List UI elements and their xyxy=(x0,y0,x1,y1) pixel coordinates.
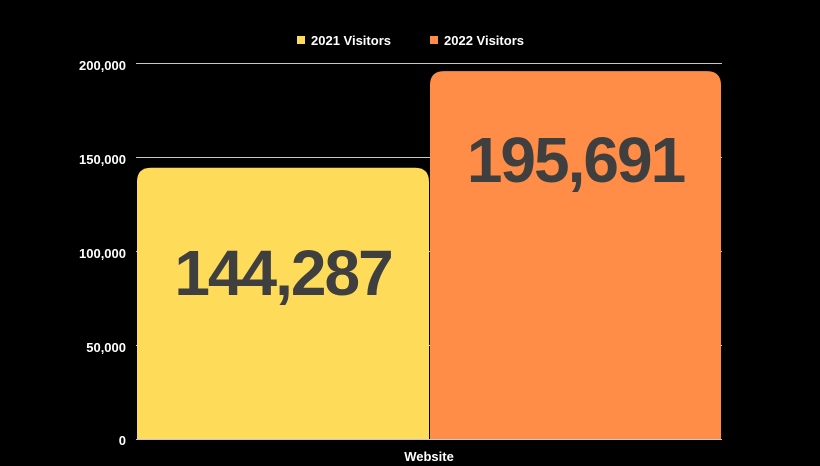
bar-chart: 2021 Visitors 2022 Visitors 0 50,000 100… xyxy=(0,0,820,466)
data-label-2021-visitors: 144,287 xyxy=(174,237,391,309)
y-tick-label-0: 0 xyxy=(119,433,126,448)
y-tick-label-50000: 50,000 xyxy=(86,340,126,355)
legend-label-2022: 2022 Visitors xyxy=(444,33,524,48)
y-tick-label-200000: 200,000 xyxy=(79,58,126,73)
legend-swatch-2021 xyxy=(297,36,305,44)
y-tick-label-100000: 100,000 xyxy=(79,246,126,261)
legend-label-2021: 2021 Visitors xyxy=(311,33,391,48)
legend-swatch-2022 xyxy=(430,36,438,44)
x-tick-label-website: Website xyxy=(404,449,454,464)
data-label-2022-visitors: 195,691 xyxy=(467,124,685,196)
y-tick-label-150000: 150,000 xyxy=(79,152,126,167)
